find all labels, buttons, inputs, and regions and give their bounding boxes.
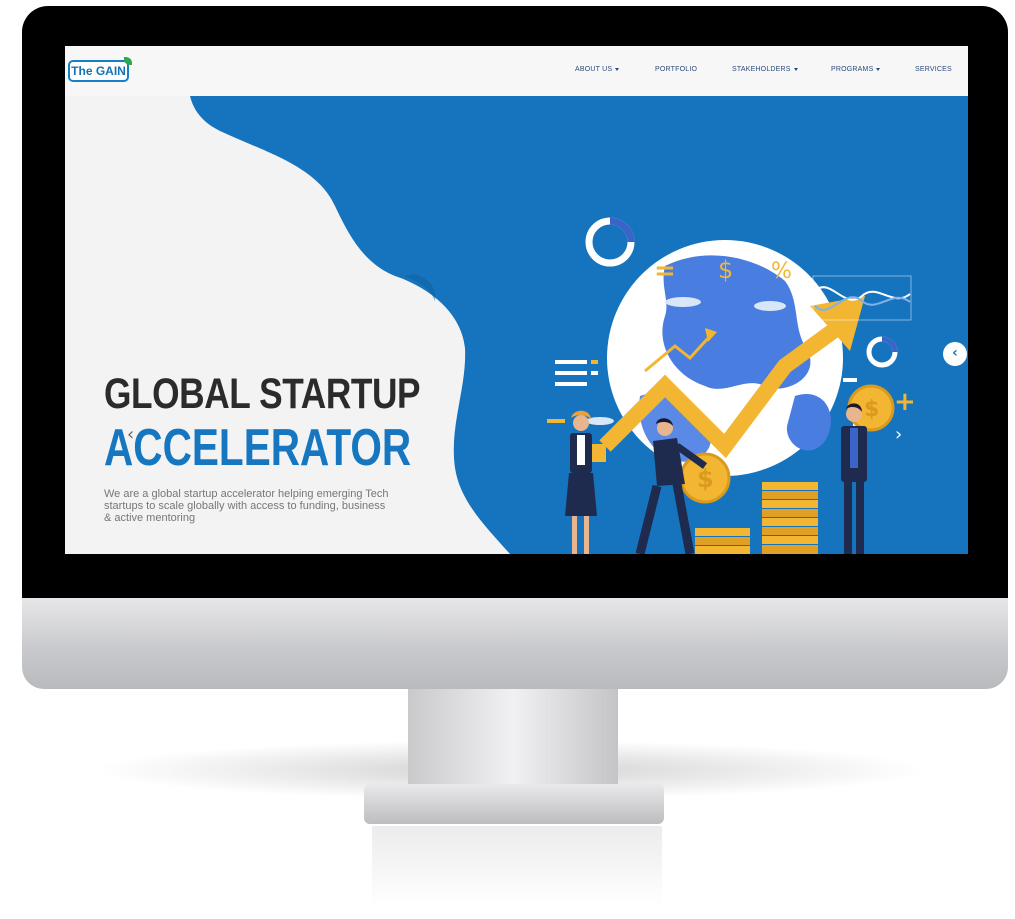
website-screen: The GAIN ABOUT US PORTFOLIO STAKEHOLDERS… xyxy=(65,46,968,554)
caret-down-icon xyxy=(793,67,798,71)
nav-item-services[interactable]: SERVICES xyxy=(915,66,952,73)
nav-item-programs[interactable]: PROGRAMS xyxy=(831,66,881,73)
hero-illustration: = $ % + $ $ xyxy=(65,96,968,554)
hero-banner: = $ % + $ $ GLOBAL STARTUP ACCELERATOR W… xyxy=(65,96,968,554)
imac-monitor: The GAIN ABOUT US PORTFOLIO STAKEHOLDERS… xyxy=(22,6,1008,689)
hero-title-line1: GLOBAL STARTUP xyxy=(104,370,421,418)
nav-item-label: STAKEHOLDERS xyxy=(732,66,791,73)
chevron-left-icon: ‹ xyxy=(952,345,958,361)
coin-stack xyxy=(695,528,750,554)
hero-title-line2: ACCELERATOR xyxy=(104,419,412,477)
equals-icon: = xyxy=(654,256,676,286)
monitor-foot xyxy=(364,784,664,824)
navbar: The GAIN ABOUT US PORTFOLIO STAKEHOLDERS… xyxy=(65,46,968,96)
logo-text: The GAIN xyxy=(71,64,126,78)
percent-icon: % xyxy=(771,259,792,284)
nav-item-about-us[interactable]: ABOUT US xyxy=(575,66,620,73)
minus-dash xyxy=(843,378,857,382)
minus-dash xyxy=(547,419,565,423)
caret-down-icon xyxy=(876,67,881,71)
coin-dollar-symbol: $ xyxy=(697,465,714,493)
nav-item-label: SERVICES xyxy=(915,66,952,73)
cloud-icon xyxy=(665,297,701,307)
carousel-prev-button[interactable]: ‹ xyxy=(127,424,134,445)
monitor-stand xyxy=(408,689,618,789)
monitor-reflection xyxy=(372,826,662,906)
nav-item-stakeholders[interactable]: STAKEHOLDERS xyxy=(732,66,798,73)
chevron-right-icon: › xyxy=(895,424,903,445)
nav-item-label: ABOUT US xyxy=(575,66,613,73)
nav-item-label: PROGRAMS xyxy=(831,66,874,73)
plus-icon: + xyxy=(894,387,916,417)
cloud-icon xyxy=(754,301,786,311)
brand-logo[interactable]: The GAIN xyxy=(68,57,132,82)
coin-stack xyxy=(762,482,818,554)
chevron-left-icon: ‹ xyxy=(127,424,135,445)
coin-dollar-symbol: $ xyxy=(864,397,879,422)
hero-description: We are a global startup accelerator help… xyxy=(104,488,389,524)
nav-item-portfolio[interactable]: PORTFOLIO xyxy=(655,66,697,73)
dollar-icon: $ xyxy=(718,256,733,284)
carousel-side-button[interactable]: ‹ xyxy=(943,342,967,366)
carousel-next-chevron[interactable]: › xyxy=(895,424,902,445)
nav-item-label: PORTFOLIO xyxy=(655,66,698,73)
monitor-chin xyxy=(22,598,1008,689)
caret-down-icon xyxy=(615,67,620,71)
